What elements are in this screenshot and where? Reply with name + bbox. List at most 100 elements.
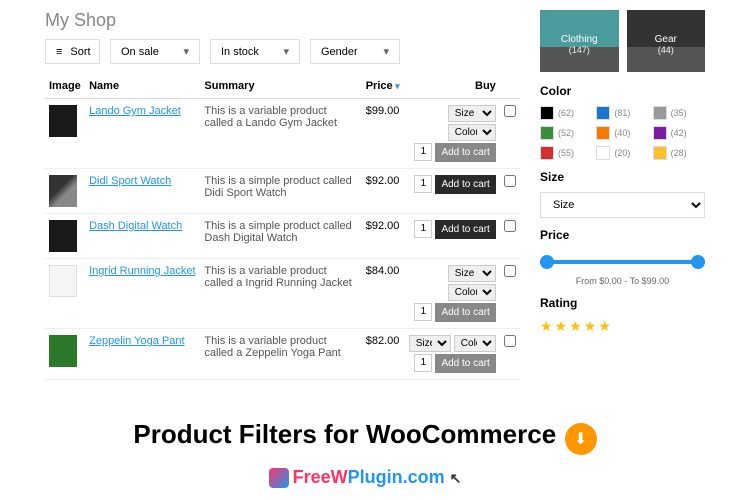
brand-logo-icon xyxy=(269,468,289,488)
add-to-cart-button[interactable]: Add to cart xyxy=(435,303,495,322)
product-image[interactable] xyxy=(49,335,77,367)
product-image[interactable] xyxy=(49,105,77,137)
color-count: (62) xyxy=(558,108,574,118)
color-select[interactable]: Color xyxy=(454,335,496,352)
col-buy: Buy xyxy=(404,74,500,99)
col-summary[interactable]: Summary xyxy=(200,74,361,99)
color-filter[interactable]: (20) xyxy=(596,146,648,160)
color-filter[interactable]: (35) xyxy=(653,106,705,120)
compare-checkbox[interactable] xyxy=(504,220,516,232)
price-slider[interactable] xyxy=(540,252,705,272)
color-filter[interactable]: (81) xyxy=(596,106,648,120)
category-clothing[interactable]: Clothing (147) xyxy=(540,10,619,72)
product-price: $82.00 xyxy=(362,329,404,380)
sort-button[interactable]: Sort xyxy=(45,39,100,64)
color-count: (81) xyxy=(614,108,630,118)
qty-input[interactable]: 1 xyxy=(414,303,432,321)
price-range-label: From $0.00 - To $99.00 xyxy=(540,276,705,286)
color-swatch xyxy=(596,106,610,120)
product-link[interactable]: Lando Gym Jacket xyxy=(89,105,181,117)
table-row: Zeppelin Yoga Pant This is a variable pr… xyxy=(45,329,520,380)
compare-checkbox[interactable] xyxy=(504,175,516,187)
color-count: (20) xyxy=(614,148,630,158)
table-row: Lando Gym Jacket This is a variable prod… xyxy=(45,99,520,169)
page-title: My Shop xyxy=(45,10,520,31)
product-summary: This is a variable product called a Land… xyxy=(200,99,361,169)
size-select[interactable]: Size xyxy=(448,105,496,122)
product-price: $92.00 xyxy=(362,169,404,214)
size-select[interactable]: Size xyxy=(448,265,496,282)
add-to-cart-button[interactable]: Add to cart xyxy=(435,143,495,162)
slider-handle-max[interactable] xyxy=(691,255,705,269)
add-to-cart-button[interactable]: Add to cart xyxy=(435,354,495,373)
color-select[interactable]: Color xyxy=(448,284,496,301)
color-swatch xyxy=(540,146,554,160)
compare-checkbox[interactable] xyxy=(504,105,516,117)
compare-checkbox[interactable] xyxy=(504,265,516,277)
slider-track xyxy=(540,260,705,264)
qty-input[interactable]: 1 xyxy=(414,354,432,372)
color-swatch xyxy=(540,126,554,140)
col-price[interactable]: Price xyxy=(362,74,404,99)
gender-filter[interactable]: Gender xyxy=(310,39,400,64)
brand-link[interactable]: FreeWPlugin.com ↖ xyxy=(0,467,730,488)
compare-checkbox[interactable] xyxy=(504,335,516,347)
rating-section-title: Rating xyxy=(540,296,705,310)
product-image[interactable] xyxy=(49,265,77,297)
product-price: $84.00 xyxy=(362,259,404,329)
product-summary: This is a simple product called Dash Dig… xyxy=(200,214,361,259)
color-count: (42) xyxy=(671,128,687,138)
product-table: Image Name Summary Price Buy Lando Gym J… xyxy=(45,74,520,380)
product-image[interactable] xyxy=(49,175,77,207)
product-link[interactable]: Ingrid Running Jacket xyxy=(89,265,195,277)
qty-input[interactable]: 1 xyxy=(414,175,432,193)
instock-filter[interactable]: In stock xyxy=(210,39,300,64)
color-count: (52) xyxy=(558,128,574,138)
color-count: (35) xyxy=(671,108,687,118)
product-summary: This is a variable product called a Ingr… xyxy=(200,259,361,329)
color-filter[interactable]: (55) xyxy=(540,146,592,160)
category-name: Gear xyxy=(631,34,702,45)
product-image[interactable] xyxy=(49,220,77,252)
color-section-title: Color xyxy=(540,84,705,98)
product-summary: This is a variable product called a Zepp… xyxy=(200,329,361,380)
category-name: Clothing xyxy=(544,34,615,45)
size-select[interactable]: Size xyxy=(540,192,705,218)
color-swatch xyxy=(596,126,610,140)
color-filter[interactable]: (28) xyxy=(653,146,705,160)
add-to-cart-button[interactable]: Add to cart xyxy=(435,220,495,239)
color-count: (40) xyxy=(614,128,630,138)
col-name[interactable]: Name xyxy=(85,74,200,99)
product-summary: This is a simple product called Didi Spo… xyxy=(200,169,361,214)
color-filter[interactable]: (62) xyxy=(540,106,592,120)
product-price: $92.00 xyxy=(362,214,404,259)
slider-handle-min[interactable] xyxy=(540,255,554,269)
product-link[interactable]: Dash Digital Watch xyxy=(89,220,182,232)
size-section-title: Size xyxy=(540,170,705,184)
color-swatch xyxy=(653,126,667,140)
qty-input[interactable]: 1 xyxy=(414,143,432,161)
product-link[interactable]: Didi Sport Watch xyxy=(89,175,171,187)
color-filter[interactable]: (52) xyxy=(540,126,592,140)
category-gear[interactable]: Gear (44) xyxy=(627,10,706,72)
table-row: Dash Digital Watch This is a simple prod… xyxy=(45,214,520,259)
color-count: (55) xyxy=(558,148,574,158)
price-section-title: Price xyxy=(540,228,705,242)
color-select[interactable]: Color xyxy=(448,124,496,141)
color-swatch xyxy=(653,106,667,120)
color-swatch xyxy=(540,106,554,120)
col-image[interactable]: Image xyxy=(45,74,85,99)
add-to-cart-button[interactable]: Add to cart xyxy=(435,175,495,194)
color-swatch xyxy=(653,146,667,160)
size-select[interactable]: Size xyxy=(409,335,451,352)
rating-stars[interactable]: ★★★★★ xyxy=(540,318,705,335)
product-link[interactable]: Zeppelin Yoga Pant xyxy=(89,335,184,347)
onsale-filter[interactable]: On sale xyxy=(110,39,200,64)
qty-input[interactable]: 1 xyxy=(414,220,432,238)
product-price: $99.00 xyxy=(362,99,404,169)
table-row: Ingrid Running Jacket This is a variable… xyxy=(45,259,520,329)
color-count: (28) xyxy=(671,148,687,158)
color-filter[interactable]: (40) xyxy=(596,126,648,140)
color-filter[interactable]: (42) xyxy=(653,126,705,140)
download-icon[interactable] xyxy=(565,423,597,455)
